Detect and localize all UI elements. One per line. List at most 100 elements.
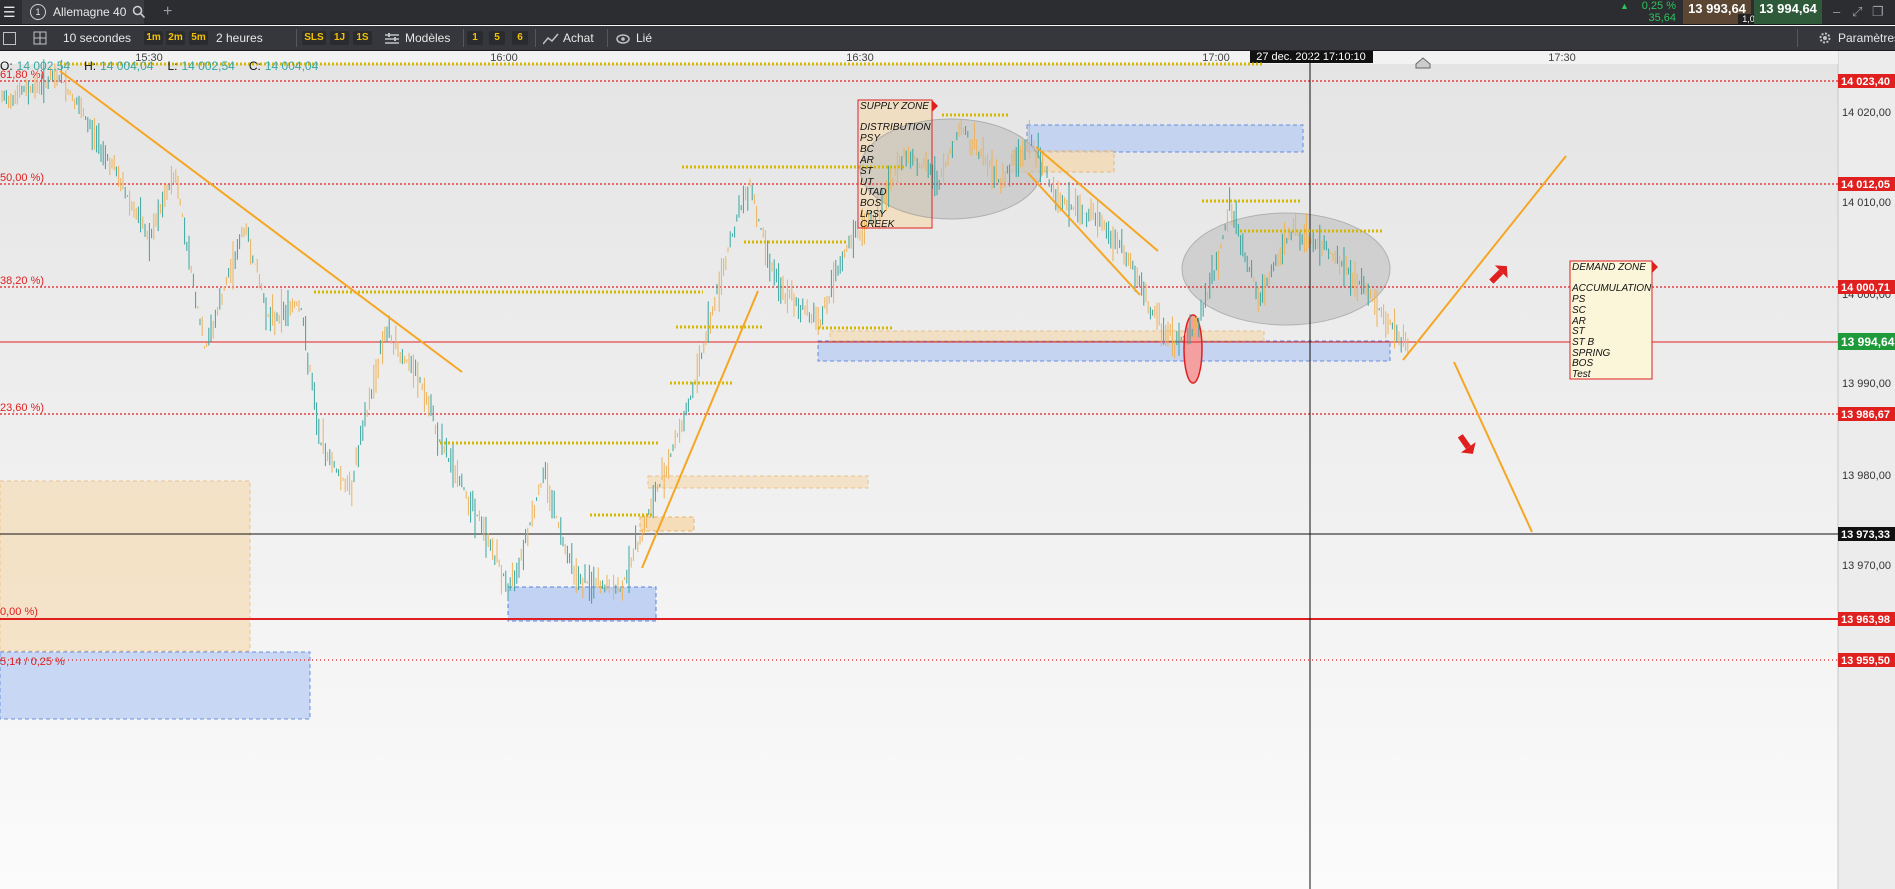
ohlc-low: 14 002,54 (181, 59, 235, 73)
settings-icon[interactable] (1818, 31, 1832, 50)
toolbar-divider (1797, 29, 1798, 47)
supply-zone-line: AR (859, 155, 874, 166)
ohlc-open: 14 002,54 (17, 59, 71, 73)
demand-zone-line: ACCUMULATION (1571, 283, 1652, 294)
list-icon[interactable] (3, 32, 16, 45)
level-tag: 14 012,05 (1841, 179, 1890, 191)
level-tag: 13 959,50 (1841, 655, 1890, 667)
demand-zone-line: BOS (1572, 358, 1593, 369)
change-indicator: ▲ 0,25 % 35,64 (1618, 0, 1678, 24)
supply-zone-line: DISTRIBUTION (860, 122, 931, 133)
demand-zone-line: ST (1572, 326, 1586, 337)
minimize-icon[interactable]: – (1833, 4, 1840, 19)
orange-zone-large (0, 480, 251, 652)
toolbar-divider (607, 29, 608, 47)
change-absolute: 35,64 (1648, 12, 1676, 24)
supply-zone-line: BC (860, 144, 875, 155)
demand-zone-title: DEMAND ZONE (1572, 262, 1646, 273)
orange-zone-2 (639, 516, 695, 532)
instrument-name: Allemagne 40 (53, 5, 127, 19)
price-tick: 14 010,00 (1842, 197, 1891, 209)
price-chart[interactable]: 15:30 16:00 16:30 17:00 17:30 27 dec. 20… (0, 51, 1895, 889)
buy-button[interactable]: Achat (563, 26, 594, 50)
supply-zone-line: BOS (860, 198, 881, 209)
up-arrow-icon: ▲ (1620, 1, 1629, 11)
distribution-ellipse (859, 118, 1043, 220)
price-tick: 14 020,00 (1842, 107, 1891, 119)
demand-zone-line: SC (1572, 305, 1587, 316)
toolbar-divider (296, 29, 297, 47)
blue-zone-top (1026, 124, 1304, 153)
hamburger-menu-icon[interactable]: ☰ (3, 0, 16, 24)
supply-zone-line: UTAD (860, 187, 886, 198)
num-1-button[interactable]: 1 (467, 31, 483, 45)
buy-icon[interactable] (542, 32, 559, 50)
demand-zone-line: Test (1572, 369, 1592, 380)
demand-zone-line: PS (1572, 294, 1586, 305)
fib-label: 0,00 %) (0, 606, 38, 618)
time-label: 16:00 (490, 52, 518, 64)
cursor-price-tag: 13 973,33 (1841, 529, 1890, 541)
blue-zone-mid (817, 340, 1391, 362)
ohlc-o-label: O: (0, 59, 13, 73)
demand-zone-line: ST B (1572, 337, 1595, 348)
ohlc-l-label: L: (167, 59, 177, 73)
num-5-button[interactable]: 5 (489, 31, 505, 45)
interval-1m-button[interactable]: 1m (144, 31, 163, 45)
sls-button[interactable]: SLS (302, 31, 326, 45)
tab-number-badge: 1 (30, 4, 46, 20)
linked-button[interactable]: Lié (636, 26, 652, 50)
price-tick: 13 970,00 (1842, 560, 1891, 572)
title-bar: ☰ 1 Allemagne 40 + ▲ 0,25 % 35,64 13 993… (0, 0, 1895, 25)
supply-zone-line: PSY (860, 133, 881, 144)
level-tag: 14 023,40 (1841, 76, 1890, 88)
expand-icon[interactable]: ⤢ (1852, 4, 1862, 20)
orange-zone-1 (647, 475, 869, 489)
supply-zone-line: CREEK (860, 219, 896, 230)
ask-price: 13 994,64 (1759, 1, 1817, 16)
search-icon[interactable] (132, 5, 146, 24)
demand-zone-box: DEMAND ZONE ACCUMULATION PS SC AR ST ST … (1569, 260, 1658, 380)
1s-button[interactable]: 1S (353, 31, 372, 45)
ohlc-high: 14 004,04 (100, 59, 154, 73)
ohlc-close: 14 004,04 (265, 59, 319, 73)
grid-layout-icon[interactable] (33, 31, 47, 50)
time-label: 17:30 (1548, 52, 1576, 64)
settings-button[interactable]: Paramètres (1838, 26, 1895, 50)
price-tick: 13 980,00 (1842, 470, 1891, 482)
templates-button[interactable]: Modèles (405, 26, 450, 50)
fib-label: 5,14 / 0,25 % (0, 656, 65, 668)
range-select[interactable]: 2 heures (216, 26, 263, 50)
restore-icon[interactable]: ❐ (1872, 4, 1884, 20)
change-percent: 0,25 % (1641, 0, 1676, 12)
instrument-tab[interactable]: 1 Allemagne 40 (22, 0, 146, 24)
fib-label: 23,60 %) (0, 402, 44, 414)
fib-label: 38,20 %) (0, 275, 44, 287)
interval-5m-button[interactable]: 5m (189, 31, 208, 45)
time-label: 17:00 (1202, 52, 1230, 64)
level-tag: 13 986,67 (1841, 409, 1890, 421)
chart-toolbar: 10 secondes 1m 2m 5m 2 heures SLS 1J 1S … (0, 26, 1895, 51)
price-tick: 13 990,00 (1842, 378, 1891, 390)
interval-2m-button[interactable]: 2m (166, 31, 185, 45)
link-icon[interactable] (616, 32, 630, 50)
level-tag: 14 000,71 (1841, 282, 1890, 294)
ohlc-h-label: H: (84, 59, 96, 73)
current-price-tag: 13 994,64 (1841, 335, 1895, 349)
interval-select[interactable]: 10 secondes (63, 26, 131, 50)
toolbar-divider (463, 29, 464, 47)
1j-button[interactable]: 1J (330, 31, 349, 45)
level-tag: 13 963,98 (1841, 614, 1890, 626)
fib-label: 50,00 %) (0, 172, 44, 184)
supply-zone-line: ST (860, 166, 874, 177)
ask-price-button[interactable]: 13 994,64 (1754, 0, 1822, 24)
templates-icon[interactable] (385, 32, 399, 50)
toolbar-divider (535, 29, 536, 47)
cursor-time: 27 dec. 2022 17:10:10 (1256, 51, 1365, 63)
num-6-button[interactable]: 6 (512, 31, 528, 45)
supply-zone-title: SUPPLY ZONE (860, 101, 929, 112)
ohlc-c-label: C: (249, 59, 261, 73)
add-tab-icon[interactable]: + (163, 0, 172, 24)
time-label: 16:30 (846, 52, 874, 64)
blue-zone-low (507, 586, 657, 622)
